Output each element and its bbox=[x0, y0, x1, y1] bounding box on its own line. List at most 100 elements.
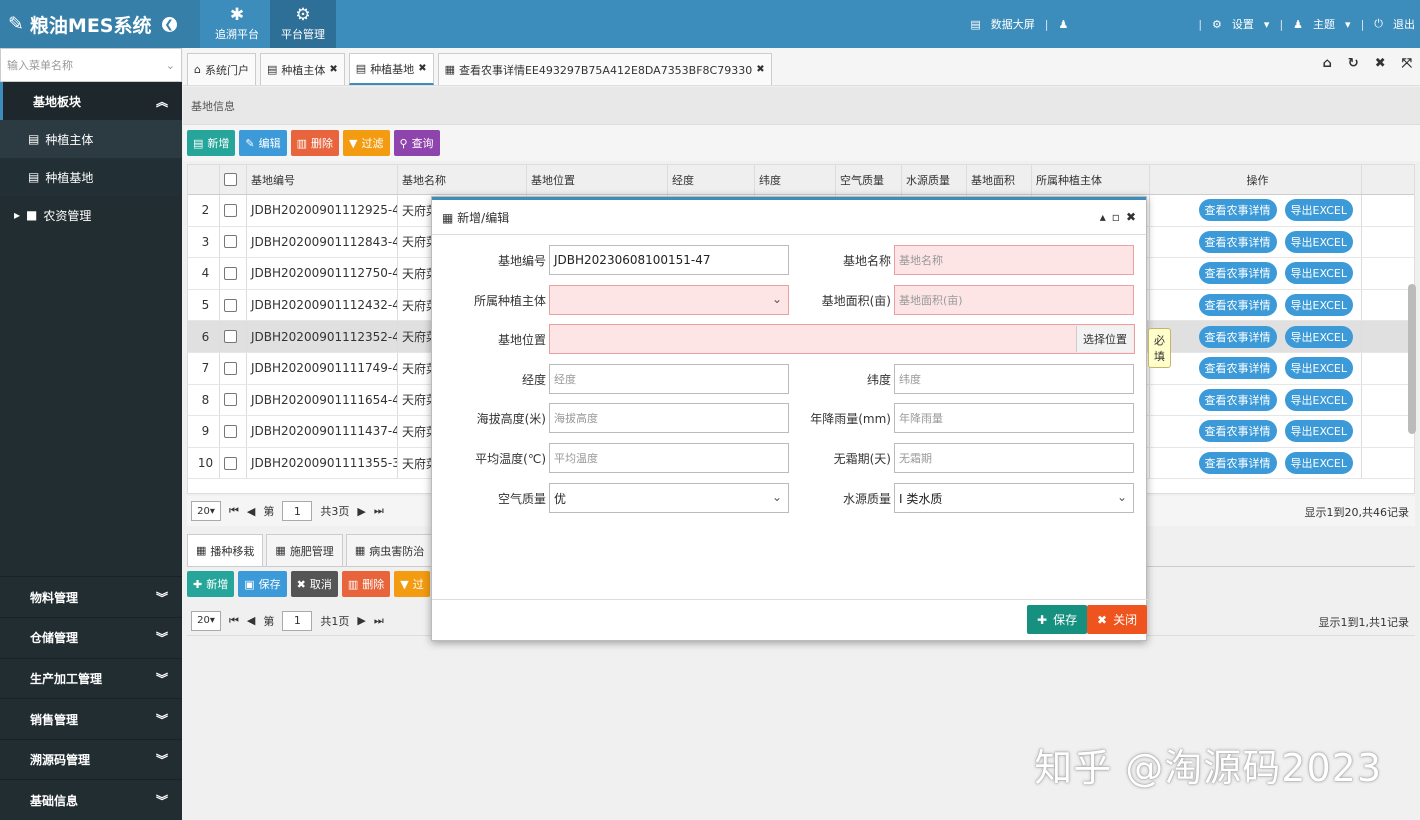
last-page-icon[interactable]: ⏭ bbox=[374, 504, 384, 518]
view-farm-detail-button[interactable]: 查看农事详情 bbox=[1198, 420, 1277, 443]
tab-planting-base[interactable]: ▤ 种植基地 ✖ bbox=[348, 53, 434, 85]
view-farm-detail-button[interactable]: 查看农事详情 bbox=[1198, 262, 1277, 285]
detail-cancel-button[interactable]: ✖ 取消 bbox=[290, 571, 338, 597]
row-checkbox[interactable] bbox=[224, 330, 237, 344]
add-button[interactable]: ▤ 新增 bbox=[187, 130, 236, 156]
select-all-checkbox[interactable] bbox=[224, 173, 237, 186]
base-area-input[interactable]: 基地面积(亩) bbox=[894, 285, 1134, 315]
close-icon[interactable]: ✖ bbox=[1375, 56, 1386, 71]
export-excel-button[interactable]: 导出EXCEL bbox=[1284, 452, 1353, 475]
view-farm-detail-button[interactable]: 查看农事详情 bbox=[1198, 294, 1277, 317]
maximize-icon[interactable]: ▫ bbox=[1112, 210, 1120, 224]
latitude-input[interactable]: 纬度 bbox=[894, 364, 1134, 394]
sidebar-menu-production[interactable]: 生产加工管理 ︾ bbox=[0, 657, 182, 699]
rainfall-input[interactable]: 年降雨量 bbox=[894, 403, 1134, 433]
prev-page-icon[interactable]: ◀ bbox=[247, 614, 255, 627]
page-number-input[interactable]: 1 bbox=[282, 501, 313, 521]
page-size-select[interactable]: 20 ▾ bbox=[191, 610, 221, 631]
water-quality-select[interactable]: I 类水质 ⌄ bbox=[894, 483, 1134, 513]
tab-farm-detail[interactable]: ▦ 查看农事详情EE493297B75A412E8DA7353BF8C79330 ✖ bbox=[437, 53, 772, 85]
sidebar-item-planting-subject[interactable]: ▤ 种植主体 bbox=[0, 120, 182, 158]
row-checkbox[interactable] bbox=[224, 393, 237, 407]
view-farm-detail-button[interactable]: 查看农事详情 bbox=[1198, 357, 1277, 380]
longitude-input[interactable]: 经度 bbox=[549, 364, 789, 394]
detail-save-button[interactable]: ▣ 保存 bbox=[238, 571, 287, 597]
home-icon[interactable]: ⌂ bbox=[1322, 56, 1331, 71]
detail-filter-button[interactable]: ▼ 过 bbox=[394, 571, 430, 597]
row-checkbox[interactable] bbox=[224, 456, 237, 470]
export-excel-button[interactable]: 导出EXCEL bbox=[1284, 262, 1353, 285]
close-icon[interactable]: ✖ bbox=[329, 64, 337, 75]
edit-button[interactable]: ✎ 编辑 bbox=[239, 130, 287, 156]
export-excel-button[interactable]: 导出EXCEL bbox=[1284, 199, 1353, 222]
sidebar-item-planting-base[interactable]: ▤ 种植基地 bbox=[0, 158, 182, 196]
tab-portal[interactable]: ⌂ 系统门户 bbox=[187, 53, 256, 85]
save-button[interactable]: ✚ 保存 bbox=[1027, 605, 1088, 634]
close-button[interactable]: ✖ 关闭 bbox=[1087, 605, 1148, 634]
settings-menu[interactable]: 设置 bbox=[1232, 16, 1254, 32]
tab-sowing[interactable]: ▦ 播种移栽 bbox=[187, 534, 264, 566]
row-checkbox[interactable] bbox=[224, 203, 237, 217]
export-excel-button[interactable]: 导出EXCEL bbox=[1284, 388, 1353, 411]
altitude-input[interactable]: 海拔高度 bbox=[549, 403, 789, 433]
page-number-input[interactable]: 1 bbox=[282, 610, 313, 631]
collapse-icon[interactable]: ▴ bbox=[1100, 210, 1106, 224]
last-page-icon[interactable]: ⏭ bbox=[374, 614, 384, 628]
sidebar-menu-tracecode[interactable]: 溯源码管理 ︾ bbox=[0, 738, 182, 780]
frost-free-input[interactable]: 无霜期 bbox=[894, 443, 1134, 473]
export-excel-button[interactable]: 导出EXCEL bbox=[1284, 294, 1353, 317]
menu-search-input[interactable]: 输入菜单名称 ⌄ bbox=[0, 48, 182, 82]
base-code-input[interactable]: JDBH20230608100151-47 bbox=[549, 245, 789, 275]
export-excel-button[interactable]: 导出EXCEL bbox=[1284, 420, 1353, 443]
row-checkbox[interactable] bbox=[224, 424, 237, 438]
sidebar-group-base[interactable]: 基地板块 ︽ bbox=[0, 82, 182, 120]
row-checkbox[interactable] bbox=[224, 298, 237, 312]
pick-location-button[interactable]: 选择位置 bbox=[1076, 326, 1133, 352]
header-checkbox[interactable] bbox=[220, 165, 247, 194]
topnav-trace[interactable]: ✱ 追溯平台 bbox=[204, 0, 270, 48]
row-checkbox[interactable] bbox=[224, 266, 237, 280]
first-page-icon[interactable]: ⏮ bbox=[229, 504, 239, 518]
grid-scrollbar[interactable] bbox=[1408, 284, 1416, 434]
dashboard-link[interactable]: 数据大屏 bbox=[991, 16, 1035, 32]
row-checkbox[interactable] bbox=[224, 235, 237, 249]
first-page-icon[interactable]: ⏮ bbox=[229, 614, 239, 628]
view-farm-detail-button[interactable]: 查看农事详情 bbox=[1198, 325, 1277, 348]
export-excel-button[interactable]: 导出EXCEL bbox=[1284, 230, 1353, 253]
sidebar-folder-agri[interactable]: ▸ ■ 农资管理 bbox=[0, 196, 182, 234]
user-icon[interactable]: ♟ bbox=[1058, 18, 1068, 31]
sidebar-menu-basic[interactable]: 基础信息 ︾ bbox=[0, 779, 182, 820]
view-farm-detail-button[interactable]: 查看农事详情 bbox=[1198, 388, 1277, 411]
page-size-select[interactable]: 20 ▾ bbox=[191, 501, 221, 521]
close-icon[interactable]: ✖ bbox=[418, 63, 426, 74]
detail-delete-button[interactable]: ▥ 删除 bbox=[341, 571, 391, 597]
theme-menu[interactable]: 主题 bbox=[1313, 16, 1335, 32]
query-button[interactable]: ⚲ 查询 bbox=[393, 130, 440, 156]
topnav-platform[interactable]: ⚙ 平台管理 bbox=[270, 0, 336, 48]
base-name-input[interactable]: 基地名称 bbox=[894, 245, 1134, 275]
filter-button[interactable]: ▼ 过滤 bbox=[343, 130, 390, 156]
view-farm-detail-button[interactable]: 查看农事详情 bbox=[1198, 199, 1277, 222]
tab-fertilize[interactable]: ▦ 施肥管理 bbox=[266, 534, 343, 566]
tab-pest[interactable]: ▦ 病虫害防治 bbox=[345, 534, 434, 566]
refresh-icon[interactable]: ↻ bbox=[1348, 56, 1359, 71]
fullscreen-icon[interactable]: ⤧ bbox=[1402, 56, 1412, 71]
view-farm-detail-button[interactable]: 查看农事详情 bbox=[1198, 230, 1277, 253]
prev-page-icon[interactable]: ◀ bbox=[247, 505, 255, 518]
logout-link[interactable]: 退出 bbox=[1393, 16, 1415, 32]
air-quality-select[interactable]: 优 ⌄ bbox=[549, 483, 789, 513]
next-page-icon[interactable]: ▶ bbox=[357, 614, 365, 627]
next-page-icon[interactable]: ▶ bbox=[357, 505, 365, 518]
sidebar-menu-sales[interactable]: 销售管理 ︾ bbox=[0, 698, 182, 739]
view-farm-detail-button[interactable]: 查看农事详情 bbox=[1198, 452, 1277, 475]
close-icon[interactable]: ✖ bbox=[756, 64, 764, 75]
sidebar-menu-warehouse[interactable]: 仓储管理 ︾ bbox=[0, 617, 182, 658]
base-location-input[interactable]: 选择位置 bbox=[549, 324, 1135, 354]
export-excel-button[interactable]: 导出EXCEL bbox=[1284, 325, 1353, 348]
collapse-chevron-icon[interactable]: ❮ bbox=[161, 16, 177, 32]
close-icon[interactable]: ✖ bbox=[1126, 210, 1136, 224]
detail-add-button[interactable]: ✚ 新增 bbox=[187, 571, 235, 597]
row-checkbox[interactable] bbox=[224, 361, 237, 375]
owner-select[interactable]: ⌄ bbox=[549, 285, 789, 315]
temperature-input[interactable]: 平均温度 bbox=[549, 443, 789, 473]
